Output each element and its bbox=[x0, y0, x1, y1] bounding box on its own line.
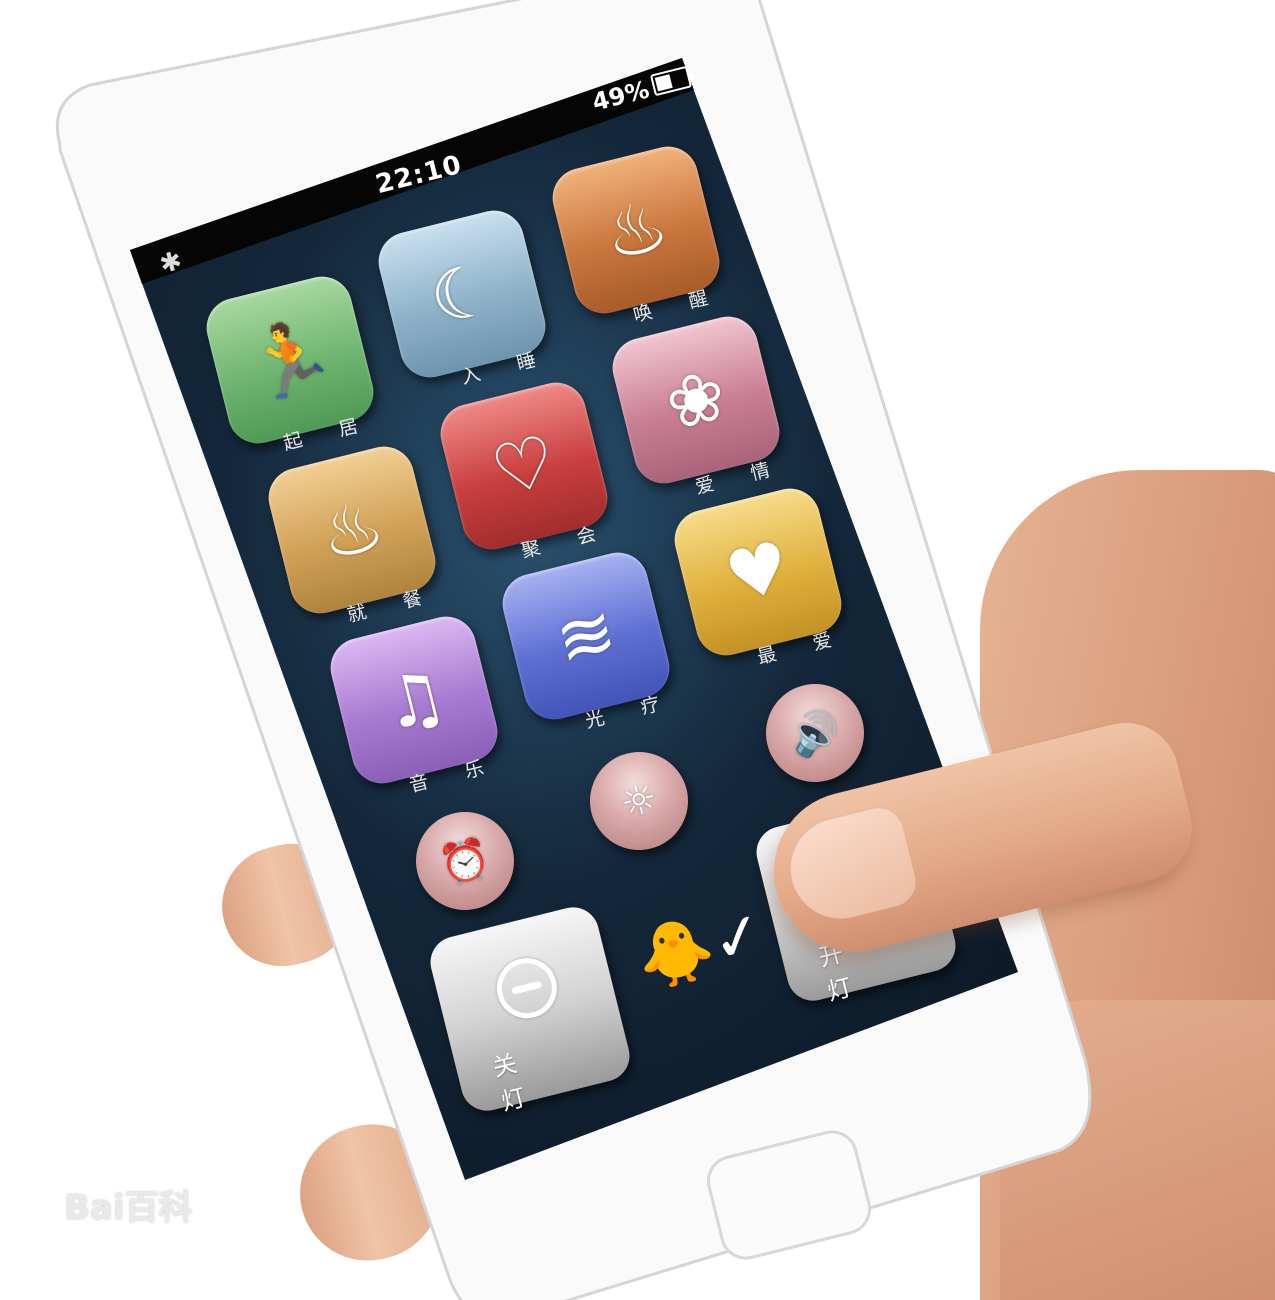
alarm-clock-icon: ⏰ bbox=[435, 833, 495, 890]
dinner-icon: ♨ bbox=[311, 482, 393, 578]
favorite-heart-icon: ♥ bbox=[717, 524, 799, 620]
running-person-icon: 🏃 bbox=[237, 309, 343, 410]
brightness-icon: ☼ bbox=[616, 774, 662, 828]
thumbnail bbox=[780, 803, 921, 930]
music-icon: ♫ bbox=[373, 652, 455, 748]
volume-icon: 🔊 bbox=[785, 705, 845, 762]
rooster-icon: ♨ bbox=[595, 182, 677, 278]
balloons-icon: ♡ bbox=[483, 418, 565, 514]
moon-icon: ☾ bbox=[421, 246, 503, 342]
baidu-watermark: Bai百科 bbox=[64, 1188, 193, 1228]
rose-icon: ❀ bbox=[657, 353, 735, 447]
power-off-icon bbox=[490, 951, 564, 1025]
light-therapy-icon: ≋ bbox=[547, 589, 625, 683]
